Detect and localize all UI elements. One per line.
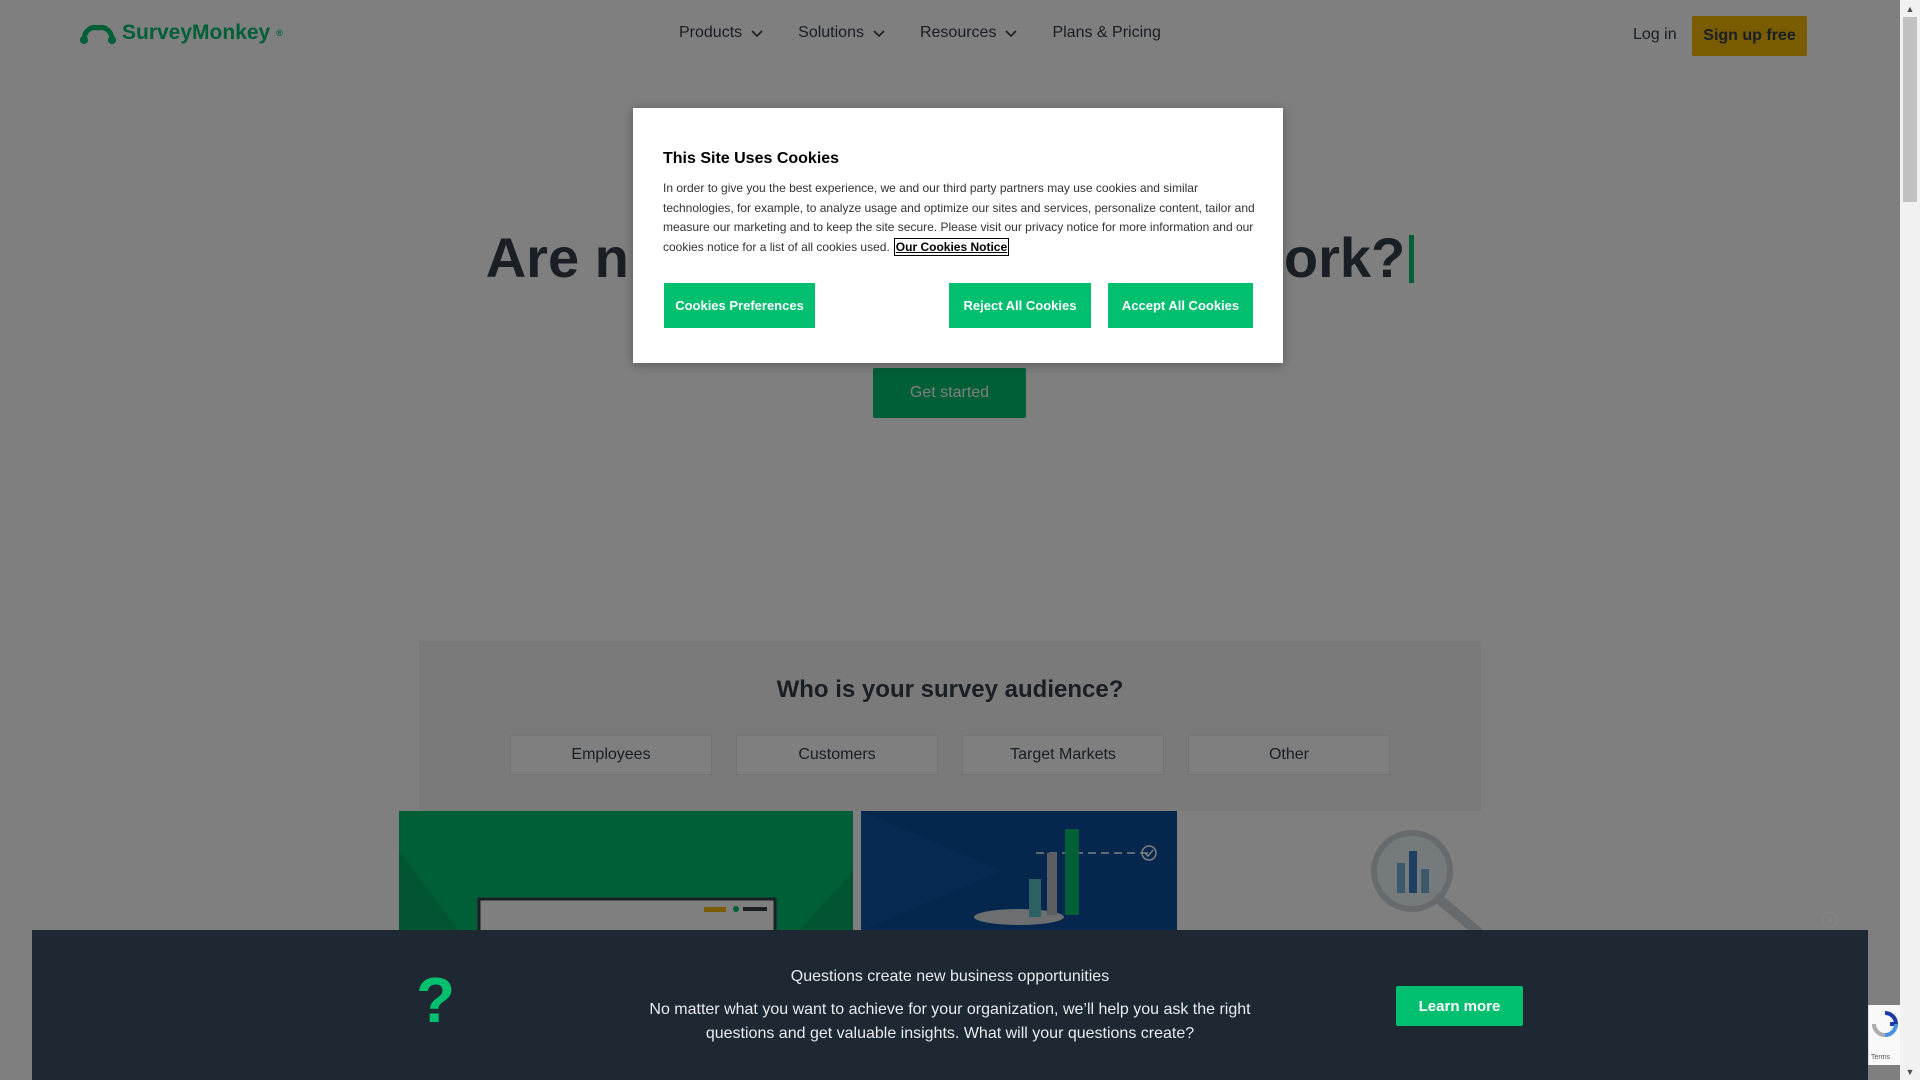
learn-more-button[interactable]: Learn more <box>1396 986 1523 1026</box>
scrollbar-thumb[interactable] <box>1903 17 1917 202</box>
banner-text: No matter what you want to achieve for y… <box>649 1001 1251 1042</box>
reject-all-cookies-button[interactable]: Reject All Cookies <box>949 283 1091 328</box>
recaptcha-badge[interactable]: Terms <box>1868 1005 1900 1065</box>
recaptcha-terms[interactable]: Terms <box>1871 1054 1890 1061</box>
cookie-dialog-body: In order to give you the best experience… <box>663 179 1258 257</box>
cookie-dialog-title: This Site Uses Cookies <box>663 150 840 167</box>
cookies-notice-link[interactable]: Our Cookies Notice <box>893 237 1010 256</box>
scroll-up-arrow-icon[interactable]: ▲ <box>1900 0 1920 17</box>
page-scrollbar[interactable]: ▲ ▼ <box>1900 0 1920 1080</box>
cookies-preferences-button[interactable]: Cookies Preferences <box>664 283 815 328</box>
cookie-consent-dialog: This Site Uses Cookies In order to give … <box>633 108 1283 363</box>
accept-all-cookies-button[interactable]: Accept All Cookies <box>1108 283 1253 328</box>
promo-banner: ? Questions create new business opportun… <box>32 930 1868 1080</box>
recaptcha-icon <box>1872 1011 1899 1037</box>
banner-close-icon[interactable]: × <box>1822 912 1838 928</box>
banner-title: Questions create new business opportunit… <box>790 968 1110 985</box>
scroll-down-arrow-icon[interactable]: ▼ <box>1900 1063 1920 1080</box>
